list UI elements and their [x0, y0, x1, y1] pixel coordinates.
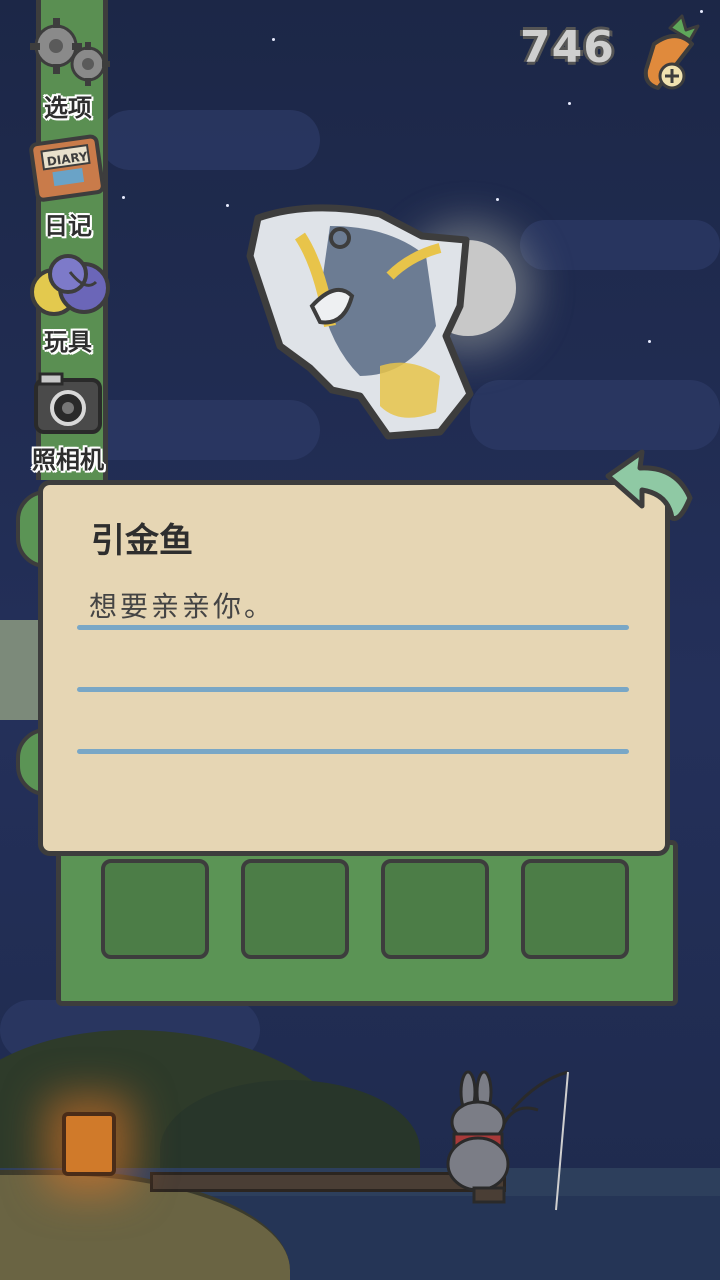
- note-line: [77, 749, 629, 754]
- lantern: [62, 1112, 116, 1176]
- gear-icon: [30, 18, 110, 86]
- diary-book-icon: DIARY: [29, 134, 105, 202]
- game-scene: 选项 DIARY 日记 玩具 照相机 746 引金鱼 想要亲亲你。: [0, 0, 720, 1280]
- sidebar-item-camera[interactable]: 照相机: [22, 368, 114, 475]
- star: [122, 196, 125, 199]
- star: [648, 340, 651, 343]
- sidebar-item-diary[interactable]: DIARY 日记: [22, 130, 114, 241]
- fish-illustration: [246, 204, 474, 440]
- cloud: [100, 110, 320, 170]
- inventory-panel: [56, 840, 678, 1006]
- inventory-slot[interactable]: [101, 859, 209, 959]
- note-line: [77, 625, 629, 630]
- star: [568, 102, 571, 105]
- add-carrots-button[interactable]: [636, 14, 706, 94]
- sidebar-item-label: 照相机: [32, 446, 104, 474]
- carrot-count: 746: [520, 22, 615, 73]
- star: [496, 198, 499, 201]
- camera-icon: [34, 372, 102, 434]
- sidebar-item-toys[interactable]: 玩具: [22, 252, 114, 357]
- yarn-balls-icon: [30, 254, 110, 316]
- fish-name: 引金鱼: [91, 521, 193, 561]
- inventory-slot[interactable]: [241, 859, 349, 959]
- sidebar-item-label: 选项: [44, 94, 92, 122]
- background-panel-edge: [0, 620, 40, 720]
- cloud: [520, 220, 720, 270]
- back-arrow-icon: [605, 449, 693, 522]
- cloud: [470, 380, 720, 450]
- sidebar-item-label: 日记: [44, 212, 92, 240]
- inventory-slot[interactable]: [381, 859, 489, 959]
- sidebar-item-label: 玩具: [44, 328, 92, 356]
- fish-info-card: 引金鱼 想要亲亲你。: [38, 480, 670, 856]
- fish-description: 想要亲亲你。: [89, 590, 276, 623]
- star: [272, 38, 275, 41]
- star: [226, 204, 229, 207]
- note-line: [77, 687, 629, 692]
- fishing-bunny: [446, 1070, 569, 1211]
- inventory-slot[interactable]: [521, 859, 629, 959]
- star: [700, 10, 703, 13]
- sidebar-item-options[interactable]: 选项: [22, 14, 114, 123]
- back-button[interactable]: [598, 446, 698, 526]
